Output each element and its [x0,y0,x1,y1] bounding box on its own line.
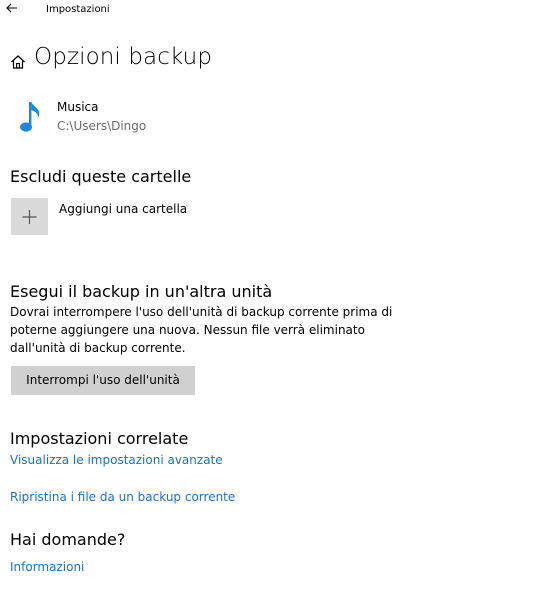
plus-icon [22,210,37,224]
exclude-folders-heading: Escludi queste cartelle [10,167,192,186]
description-line: dall'unità di backup corrente. [10,341,186,355]
window-title: Impostazioni [46,4,110,15]
folder-path: C:\Users\Dingo [57,119,147,133]
info-link[interactable]: Informazioni [10,560,84,574]
description-line: poterne aggiungere una nuova. Nessun fil… [10,323,365,337]
restore-files-link[interactable]: Ripristina i file da un backup corrente [10,490,235,504]
questions-heading: Hai domande? [10,530,126,549]
related-settings-heading: Impostazioni correlate [10,429,189,448]
stop-using-drive-button[interactable]: Interrompi l'uso dell'unità [11,366,195,395]
settings-page: Impostazioni Opzioni backup Musica C:\Us… [0,0,546,609]
advanced-settings-link[interactable]: Visualizza le impostazioni avanzate [10,453,223,467]
description-line: Dovrai interrompere l'uso dell'unità di … [10,305,393,319]
other-drive-heading: Esegui il backup in un'altra unità [10,282,273,301]
folder-name: Musica [57,100,99,114]
page-title: Opzioni backup [34,44,213,70]
other-drive-description: Dovrai interrompere l'uso dell'unità di … [10,303,430,357]
home-icon[interactable] [10,54,26,70]
music-note-icon [18,100,44,134]
add-folder-button[interactable] [11,198,48,235]
back-arrow-icon[interactable] [4,0,20,16]
add-folder-label[interactable]: Aggiungi una cartella [59,202,187,216]
